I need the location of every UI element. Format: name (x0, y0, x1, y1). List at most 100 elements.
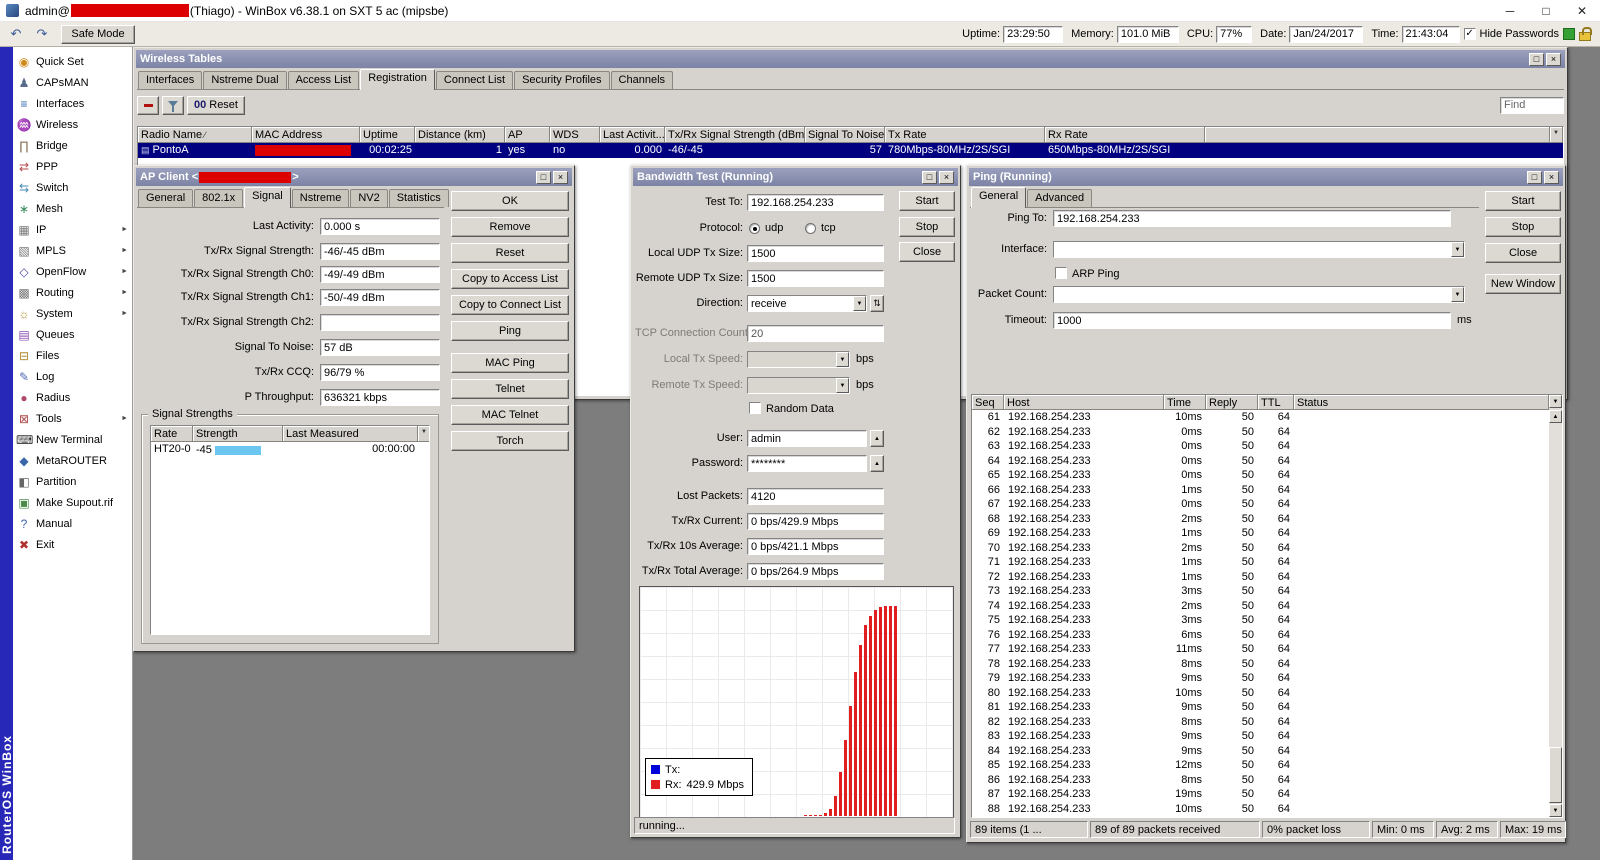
column-header-tx-rate[interactable]: Tx Rate (885, 127, 1045, 143)
sidebar-item-system[interactable]: ☼System► (13, 303, 132, 324)
password-input[interactable] (747, 455, 867, 472)
timeout-input[interactable] (1053, 312, 1451, 329)
column-header-rx-rate[interactable]: Rx Rate (1045, 127, 1205, 143)
hide-passwords-checkbox[interactable]: ✓ (1464, 28, 1476, 40)
local-udp-size-input[interactable] (747, 245, 884, 262)
ping-row[interactable]: 68192.168.254.2332ms5064 (972, 512, 1549, 527)
column-header-radio-name[interactable]: Radio Name∕ (138, 127, 252, 143)
ping-start-button[interactable]: Start (1485, 191, 1561, 211)
wireless-tab-connect-list[interactable]: Connect List (436, 71, 513, 89)
minimize-button[interactable]: ─ (1492, 0, 1528, 21)
wireless-tab-registration[interactable]: Registration (360, 69, 435, 90)
sidebar-item-interfaces[interactable]: ≡Interfaces (13, 93, 132, 114)
wireless-tab-access-list[interactable]: Access List (288, 71, 360, 89)
ss-column-strength[interactable]: Strength (193, 426, 283, 442)
wireless-maximize-button[interactable]: □ (1529, 53, 1544, 66)
ping-row[interactable]: 71192.168.254.2331ms5064 (972, 555, 1549, 570)
sidebar-item-capsman[interactable]: ♟CAPsMAN (13, 72, 132, 93)
ping-row[interactable]: 63192.168.254.2330ms5064 (972, 439, 1549, 454)
bandwidth-close-button[interactable]: Close (899, 242, 955, 262)
sidebar-item-queues[interactable]: ▤Queues (13, 324, 132, 345)
ping-row[interactable]: 73192.168.254.2333ms5064 (972, 584, 1549, 599)
maximize-button[interactable]: □ (1528, 0, 1564, 21)
wireless-tab-interfaces[interactable]: Interfaces (138, 71, 202, 89)
ping-column-ttl[interactable]: TTL (1258, 395, 1294, 410)
ping-column-host[interactable]: Host (1004, 395, 1164, 410)
ss-column-rate[interactable]: Rate (151, 426, 193, 442)
copy-to-connect-list-button[interactable]: Copy to Connect List (451, 295, 569, 315)
ping-row[interactable]: 86192.168.254.2338ms5064 (972, 773, 1549, 788)
ping-row[interactable]: 70192.168.254.2332ms5064 (972, 541, 1549, 556)
ping-row[interactable]: 75192.168.254.2333ms5064 (972, 613, 1549, 628)
sidebar-item-ip[interactable]: ▦IP► (13, 219, 132, 240)
sidebar-item-openflow[interactable]: ◇OpenFlow► (13, 261, 132, 282)
ping-close-button[interactable]: Close (1485, 243, 1561, 263)
ping-row[interactable]: 61192.168.254.23310ms5064 (972, 410, 1549, 425)
arp-ping-checkbox[interactable] (1055, 267, 1067, 279)
ap-client-tab-signal[interactable]: Signal (244, 187, 291, 208)
ping-row[interactable]: 67192.168.254.2330ms5064 (972, 497, 1549, 512)
direction-updown-button[interactable]: ⇅ (870, 295, 884, 312)
ping-row[interactable]: 79192.168.254.2339ms5064 (972, 671, 1549, 686)
ap-client-tab-general[interactable]: General (138, 189, 193, 207)
test-to-input[interactable] (747, 194, 884, 211)
ping-row[interactable]: 78192.168.254.2338ms5064 (972, 657, 1549, 672)
close-button[interactable]: ✕ (1564, 0, 1600, 21)
ping-tab-general[interactable]: General (971, 187, 1026, 208)
ping-row[interactable]: 77192.168.254.23311ms5064 (972, 642, 1549, 657)
sidebar-item-tools[interactable]: ⊠Tools► (13, 408, 132, 429)
column-header-uptime[interactable]: Uptime (360, 127, 415, 143)
local-tx-speed-select[interactable]: ▼ (747, 351, 850, 368)
signal-strengths-row[interactable]: HT20-0-4500:00:00 (151, 442, 429, 457)
ap-client-tab-nstreme[interactable]: Nstreme (292, 189, 350, 207)
sidebar-item-files[interactable]: ⊟Files (13, 345, 132, 366)
sidebar-item-switch[interactable]: ⇆Switch (13, 177, 132, 198)
sidebar-item-new-terminal[interactable]: ⌨New Terminal (13, 429, 132, 450)
column-header-distance-km[interactable]: Distance (km) (415, 127, 505, 143)
ping-to-input[interactable] (1053, 210, 1451, 227)
ok-button[interactable]: OK (451, 191, 569, 211)
ping-row[interactable]: 62192.168.254.2330ms5064 (972, 425, 1549, 440)
app-titlebar[interactable]: admin@ (Thiago) - WinBox v6.38.1 on SXT … (0, 0, 1600, 22)
mac-telnet-button[interactable]: MAC Telnet (451, 405, 569, 425)
column-header-tx-rx-signal-strength-dbm[interactable]: Tx/Rx Signal Strength (dBm) (665, 127, 805, 143)
ping-row[interactable]: 65192.168.254.2330ms5064 (972, 468, 1549, 483)
ping-new-window-button[interactable]: New Window (1485, 274, 1561, 294)
ping-row[interactable]: 87192.168.254.23319ms5064 (972, 787, 1549, 802)
protocol-udp-radio[interactable] (749, 223, 760, 234)
column-header-wds[interactable]: WDS (550, 127, 600, 143)
ping-row[interactable]: 84192.168.254.2339ms5064 (972, 744, 1549, 759)
telnet-button[interactable]: Telnet (451, 379, 569, 399)
ping-column-reply-size[interactable]: Reply Size (1206, 395, 1258, 410)
ping-column-time[interactable]: Time (1164, 395, 1206, 410)
wireless-tab-channels[interactable]: Channels (611, 71, 673, 89)
ping-row[interactable]: 88192.168.254.23310ms5064 (972, 802, 1549, 817)
sidebar-item-bridge[interactable]: ∏Bridge (13, 135, 132, 156)
sidebar-item-quick-set[interactable]: ◉Quick Set (13, 51, 132, 72)
packet-count-select[interactable]: ▼ (1053, 286, 1465, 303)
sidebar-item-manual[interactable]: ?Manual (13, 513, 132, 534)
ping-row[interactable]: 81192.168.254.2339ms5064 (972, 700, 1549, 715)
ping-stop-button[interactable]: Stop (1485, 217, 1561, 237)
torch-button[interactable]: Torch (451, 431, 569, 451)
sidebar-item-mesh[interactable]: ∗Mesh (13, 198, 132, 219)
ping-titlebar[interactable]: Ping (Running) □ × (969, 168, 1563, 186)
sidebar-item-wireless[interactable]: ♒Wireless (13, 114, 132, 135)
ping-row[interactable]: 72192.168.254.2331ms5064 (972, 570, 1549, 585)
ping-row[interactable]: 76192.168.254.2336ms5064 (972, 628, 1549, 643)
filter-button[interactable] (162, 96, 184, 115)
remove-entry-button[interactable] (137, 96, 159, 115)
ping-tab-advanced[interactable]: Advanced (1027, 189, 1092, 207)
column-header-signal-to-noise-d[interactable]: Signal To Noise (d... (805, 127, 885, 143)
redo-button[interactable]: ↷ (31, 25, 53, 44)
sidebar-item-exit[interactable]: ✖Exit (13, 534, 132, 555)
wireless-tables-titlebar[interactable]: Wireless Tables □ × (136, 50, 1565, 68)
column-selector-button[interactable]: ▼ (1550, 127, 1563, 143)
mac-ping-button[interactable]: MAC Ping (451, 353, 569, 373)
ping-row[interactable]: 83192.168.254.2339ms5064 (972, 729, 1549, 744)
column-header-ap[interactable]: AP (505, 127, 550, 143)
ping-column-seq[interactable]: Seq #∕ (972, 395, 1004, 410)
password-history-button[interactable]: ▲ (870, 455, 884, 472)
safe-mode-button[interactable]: Safe Mode (61, 25, 135, 44)
sidebar-item-radius[interactable]: ●Radius (13, 387, 132, 408)
